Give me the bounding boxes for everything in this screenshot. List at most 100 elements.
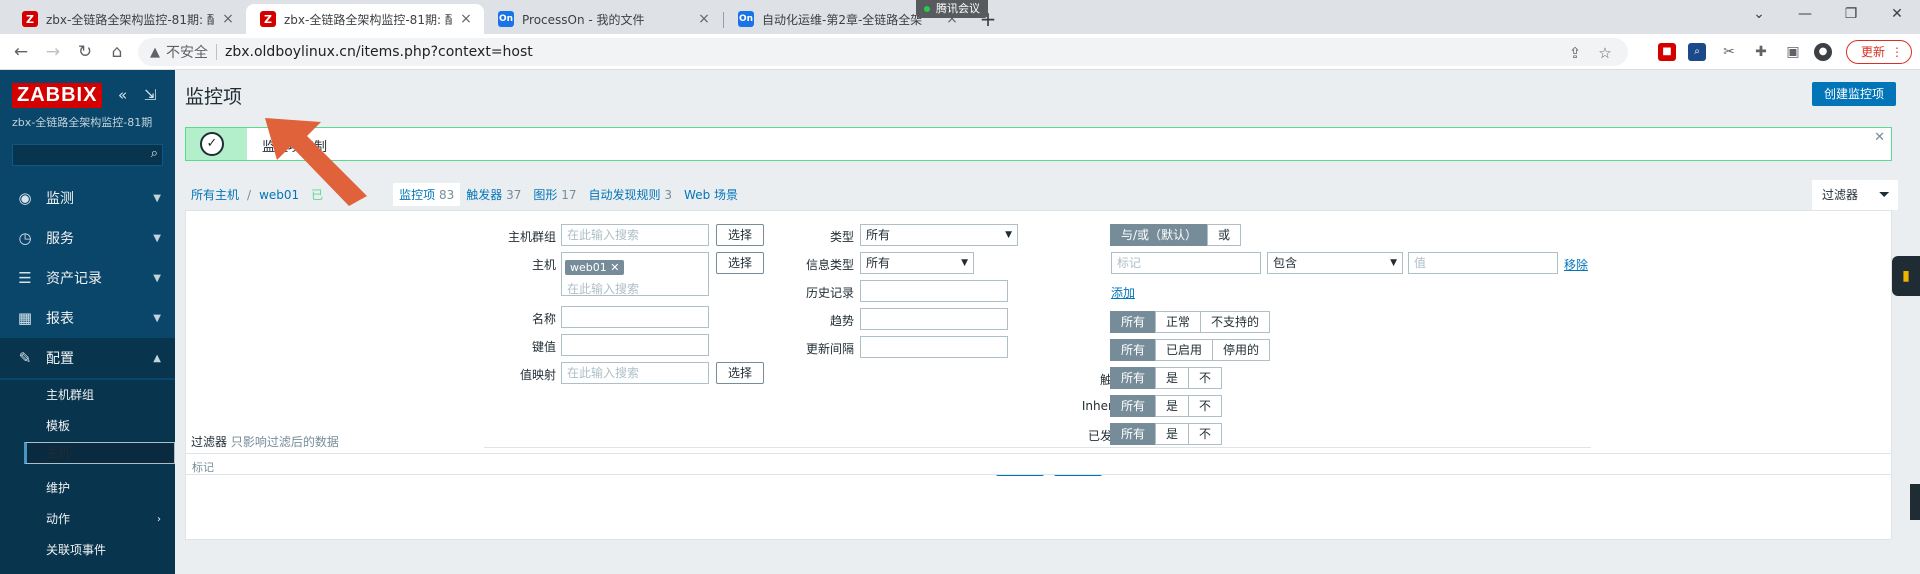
create-item-button[interactable]: 创建监控项 [1811,82,1896,106]
forward-arrow-icon[interactable]: → [40,40,66,64]
collapse-sidebar-icon[interactable]: « [118,86,127,104]
zabbix-logo[interactable]: ZABBIX [12,83,103,108]
reload-icon[interactable]: ↻ [72,40,98,64]
minimize-button[interactable]: — [1782,0,1828,30]
remove-tag-link[interactable]: 移除 [1564,256,1588,273]
state-toggle[interactable]: 所有 正常 不支持的 [1110,311,1271,333]
bookmark-star-icon[interactable]: ☆ [1594,42,1616,64]
chevron-down-icon: ▼ [1005,230,1012,240]
sidebar-item-reports[interactable]: ▦ 报表 ▼ [0,298,175,338]
annotation-arrow [265,118,367,206]
sidepanel-icon[interactable]: ▣ [1784,43,1802,61]
inherited-toggle[interactable]: 所有 是 不 [1110,395,1223,417]
update-button[interactable]: 更新 ⋮ [1846,40,1912,64]
key-input[interactable] [561,334,709,356]
tab-web-scenarios[interactable]: Web 场景 [684,186,738,203]
extension-search-icon[interactable]: ⌕ [1688,43,1706,61]
processon-favicon-icon: On [738,11,754,27]
url-text[interactable]: zbx.oldboylinux.cn/items.php?context=hos… [225,44,533,60]
tab-label: 触发器 [466,188,503,202]
valuemap-select-button[interactable]: 选择 [716,362,764,384]
tag-value-input[interactable]: 值 [1408,252,1558,274]
history-input[interactable] [860,280,1008,302]
remove-chip-icon[interactable]: ✕ [610,261,619,274]
interval-input[interactable] [860,336,1008,358]
browser-tab-3[interactable]: On ProcessOn - 我的文件 × [484,4,722,34]
host-group-input[interactable]: 在此输入搜索 [561,224,709,246]
inherited-no[interactable]: 不 [1188,395,1223,417]
triggers-yes[interactable]: 是 [1155,367,1190,389]
close-icon[interactable]: ✕ [1874,130,1885,145]
sidebar-item-configuration[interactable]: ✎ 配置 ▲ [0,338,175,378]
name-input[interactable] [561,306,709,328]
triggers-no[interactable]: 不 [1188,367,1223,389]
back-arrow-icon[interactable]: ← [8,40,34,64]
inherited-yes[interactable]: 是 [1155,395,1190,417]
close-icon[interactable]: × [696,11,712,27]
triggers-all[interactable]: 所有 [1110,367,1157,389]
sidebar-item-inventory[interactable]: ☰ 资产记录 ▼ [0,258,175,298]
discovered-toggle[interactable]: 所有 是 不 [1110,423,1223,445]
kiosk-mode-icon[interactable]: ⇲ [144,86,157,104]
submenu-item-event-correlation[interactable]: 关联项事件 [24,535,175,566]
valuemap-input[interactable]: 在此输入搜索 [561,362,709,384]
share-icon[interactable]: ⇪ [1564,42,1586,64]
add-tag-link[interactable]: 添加 [1111,284,1135,301]
host-chip-label: web01 [570,261,607,274]
tab-search-chevron-icon[interactable]: ⌄ [1736,0,1782,30]
status-toggle[interactable]: 所有 已启用 停用的 [1110,339,1271,361]
divider [216,44,217,60]
profile-avatar-icon[interactable]: ● [1814,43,1832,61]
tag-operator-select[interactable]: 包含 ▼ [1267,252,1403,274]
status-all[interactable]: 所有 [1110,339,1157,361]
sidebar-search-input[interactable]: ⌕ [12,144,163,166]
tag-name-input[interactable]: 标记 [1111,252,1261,274]
close-window-button[interactable]: ✕ [1874,0,1920,30]
home-icon[interactable]: ⌂ [104,40,130,64]
restore-button[interactable]: ❐ [1828,0,1874,30]
state-unsupported[interactable]: 不支持的 [1200,311,1271,333]
close-icon[interactable]: × [220,11,236,27]
trends-input[interactable] [860,308,1008,330]
submenu-item-templates[interactable]: 模板 [24,411,175,442]
browser-tab-1[interactable]: Z zbx-全链路全架构监控-81期: 配置 × [8,4,246,34]
tags-mode-or[interactable]: 或 [1207,224,1242,246]
host-group-label: 主机群组 [507,230,556,244]
state-all[interactable]: 所有 [1110,311,1157,333]
tab-items[interactable]: 监控项 83 [393,183,461,206]
tags-mode-toggle[interactable]: 与/或（默认） 或 [1110,224,1242,246]
inherited-all[interactable]: 所有 [1110,395,1157,417]
tab-discovery-rules[interactable]: 自动发现规则 3 [589,186,672,203]
status-disabled[interactable]: 停用的 [1212,339,1271,361]
status-enabled[interactable]: 已启用 [1155,339,1214,361]
discovered-no[interactable]: 不 [1188,423,1223,445]
sidebar-item-services[interactable]: ◷ 服务 ▼ [0,218,175,258]
submenu-item-hosts[interactable]: 主机 [24,442,175,464]
info-type-select[interactable]: 所有 ▼ [860,252,974,274]
extension-tools-icon[interactable]: ✂ [1720,43,1738,61]
subfilter-heading: 过滤器 只影响过滤后的数据 [191,433,339,450]
host-chip[interactable]: web01 ✕ [565,260,625,275]
close-icon[interactable]: × [458,11,474,27]
submenu-item-host-groups[interactable]: 主机群组 [24,380,175,411]
extension-red-icon[interactable]: ■ [1658,43,1676,61]
discovered-all[interactable]: 所有 [1110,423,1157,445]
breadcrumb-all-hosts[interactable]: 所有主机 [191,186,239,203]
state-normal[interactable]: 正常 [1155,311,1202,333]
discovered-yes[interactable]: 是 [1155,423,1190,445]
browser-tab-2[interactable]: Z zbx-全链路全架构监控-81期: 配置 × [246,4,484,34]
tags-mode-and-or[interactable]: 与/或（默认） [1110,224,1209,246]
url-bar[interactable]: ▲ 不安全 zbx.oldboylinux.cn/items.php?conte… [138,38,1628,66]
search-icon[interactable]: ⌕ [151,146,158,161]
submenu-item-actions[interactable]: 动作 › [24,504,175,535]
floating-widget-icon[interactable]: ▮ [1892,256,1920,296]
tab-graphs[interactable]: 图形 17 [533,186,576,203]
type-select[interactable]: 所有 ▼ [860,224,1018,246]
triggers-toggle[interactable]: 所有 是 不 [1110,367,1223,389]
sidebar-item-monitoring[interactable]: ◉ 监测 ▼ [0,178,175,218]
tab-triggers[interactable]: 触发器 37 [466,186,521,203]
submenu-item-maintenance[interactable]: 维护 [24,473,175,504]
filter-toggle-tab[interactable]: 过滤器 ⏷ [1812,180,1898,210]
puzzle-icon[interactable]: ✚ [1752,43,1770,61]
scrollbar-thumb[interactable] [1910,484,1920,520]
